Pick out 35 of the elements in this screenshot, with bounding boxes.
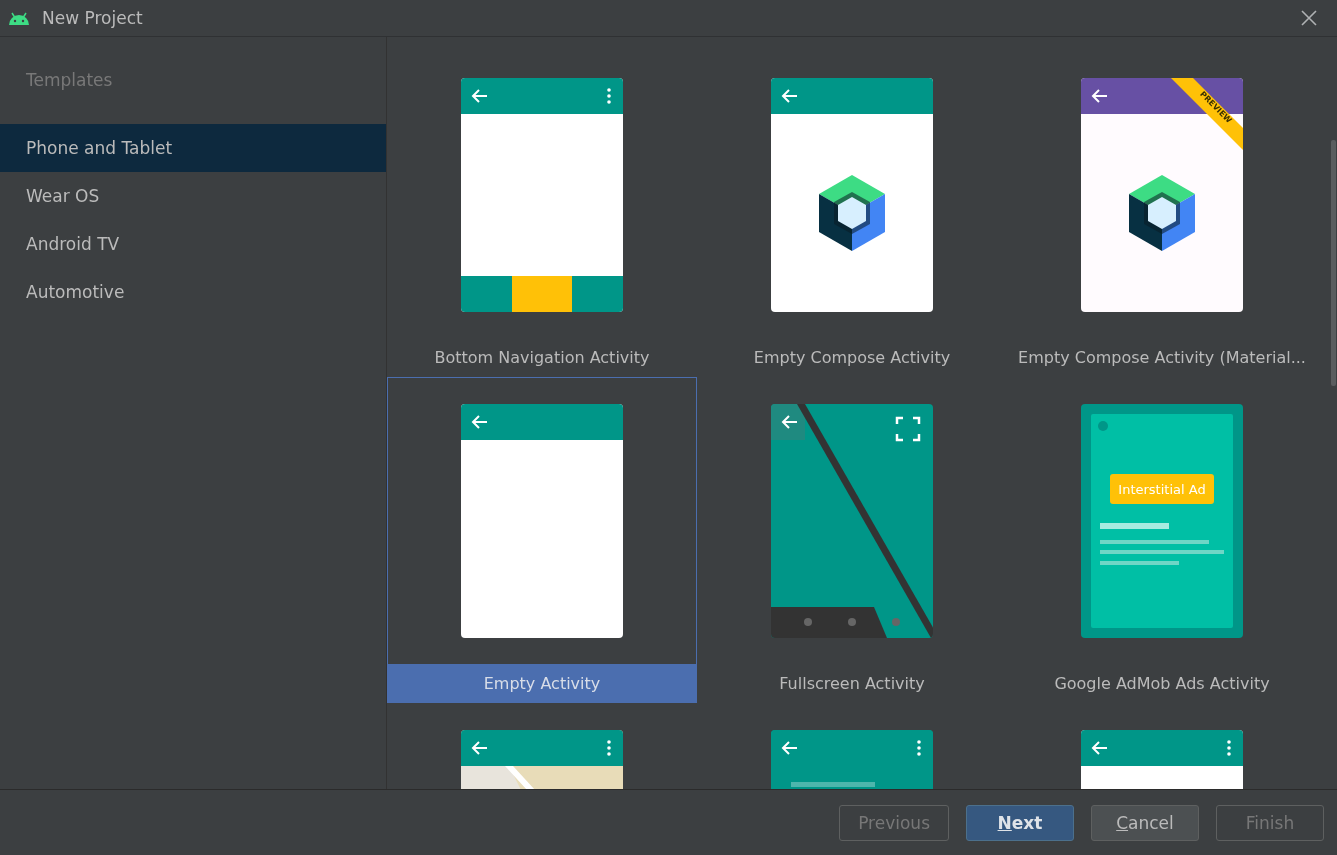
more-menu-icon bbox=[1227, 740, 1231, 756]
arrow-back-icon bbox=[781, 741, 798, 755]
window-title: New Project bbox=[42, 8, 144, 28]
arrow-back-icon bbox=[471, 89, 488, 103]
sidebar-item[interactable]: Wear OS bbox=[0, 172, 386, 220]
arrow-back-icon bbox=[1091, 741, 1108, 755]
arrow-back-icon bbox=[1091, 89, 1108, 103]
sidebar-item[interactable]: Android TV bbox=[0, 220, 386, 268]
template-label: Bottom Navigation Activity bbox=[433, 346, 651, 369]
android-logo-icon bbox=[7, 11, 31, 25]
scrollbar-thumb[interactable] bbox=[1331, 140, 1336, 386]
dialog-button[interactable]: Cancel bbox=[1091, 804, 1199, 841]
next-button[interactable]: Next bbox=[966, 804, 1074, 841]
template-label: Google AdMob Ads Activity bbox=[1053, 672, 1271, 695]
more-menu-icon bbox=[917, 740, 921, 756]
more-menu-icon bbox=[607, 88, 611, 104]
sidebar-item[interactable]: Automotive bbox=[0, 268, 386, 316]
template-label: Empty Activity bbox=[388, 664, 696, 702]
hexagon-logo-icon bbox=[819, 175, 885, 251]
more-menu-icon bbox=[607, 740, 611, 756]
template-label: Empty Compose Activity bbox=[752, 346, 952, 369]
fullscreen-icon bbox=[895, 416, 921, 442]
arrow-back-icon bbox=[471, 741, 488, 755]
close-icon[interactable] bbox=[1301, 10, 1317, 26]
sidebar-item[interactable]: Phone and Tablet bbox=[0, 124, 386, 172]
arrow-back-icon bbox=[781, 89, 798, 103]
selected-template-tile[interactable]: Empty Activity bbox=[387, 377, 697, 703]
hexagon-logo-icon bbox=[1129, 175, 1195, 251]
template-label: Fullscreen Activity bbox=[778, 672, 926, 695]
template-label: Empty Compose Activity (Material... bbox=[1017, 346, 1307, 369]
arrow-back-icon bbox=[781, 415, 798, 429]
sidebar-heading: Templates bbox=[25, 69, 114, 92]
arrow-back-icon bbox=[471, 415, 488, 429]
phone-mockup-drawing[interactable] bbox=[771, 78, 933, 312]
ad-badge: Interstitial Ad bbox=[1110, 474, 1214, 504]
